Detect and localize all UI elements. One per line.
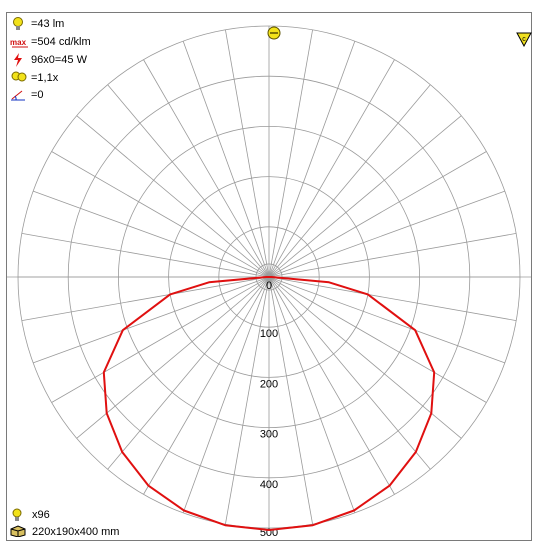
- info-factor: =1,1x: [10, 71, 58, 85]
- radial-tick-label: 0: [266, 280, 272, 292]
- footer-dimensions: 220x190x400 mm: [10, 525, 119, 539]
- curve-point: [265, 276, 268, 278]
- curve-point: [103, 371, 105, 374]
- lamp-icon: [266, 25, 282, 46]
- curve-point: [430, 412, 433, 415]
- polar-chart: 0100200300400500: [7, 25, 531, 539]
- curve-point: [433, 371, 436, 374]
- bulb-icon: [10, 17, 28, 31]
- max-icon: max: [10, 35, 28, 49]
- curve-point: [122, 329, 124, 332]
- curve-point: [328, 281, 330, 284]
- bulbs-icon: [10, 71, 28, 85]
- grid-spoke: [268, 276, 431, 470]
- curve-point: [414, 329, 417, 332]
- radial-tick-label: 300: [260, 429, 278, 441]
- count-text: x96: [32, 509, 50, 521]
- grid-spoke: [76, 115, 270, 278]
- curve-point: [268, 529, 270, 531]
- grid-spoke: [268, 276, 462, 439]
- chart-frame: 0 100 200 300 400 500 c: [6, 12, 532, 541]
- tilt-icon: [10, 88, 28, 102]
- warning-triangle-icon[interactable]: c: [516, 31, 532, 52]
- info-power: 96x0=45 W: [10, 53, 87, 67]
- power-text: 96x0=45 W: [31, 54, 87, 66]
- curve-point: [208, 281, 210, 284]
- box-icon: [10, 525, 28, 539]
- curve-point: [270, 276, 273, 278]
- curve-point: [367, 293, 369, 296]
- curve-point: [415, 451, 417, 453]
- info-flux: =43 lm: [10, 17, 64, 31]
- bulb-icon: [10, 508, 28, 522]
- grid-spoke: [107, 84, 270, 278]
- curve-point: [183, 509, 185, 512]
- svg-text:max: max: [10, 38, 27, 47]
- curve-point: [312, 524, 314, 526]
- curve-point: [224, 524, 226, 526]
- info-tilt: =0: [10, 88, 44, 102]
- tilt-text: =0: [31, 89, 44, 101]
- flux-text: =43 lm: [31, 18, 65, 30]
- info-max-intensity: max =504 cd/klm: [10, 35, 91, 49]
- curve-point: [353, 509, 355, 512]
- grid-spoke: [76, 276, 270, 439]
- factor-text: =1,1x: [31, 72, 59, 84]
- radial-tick-label: 400: [260, 479, 278, 491]
- curve-point: [147, 484, 150, 487]
- grid-spoke: [268, 84, 431, 278]
- grid-spoke: [107, 276, 270, 470]
- footer-count: x96: [10, 508, 50, 522]
- max-intensity-text: =504 cd/klm: [31, 36, 91, 48]
- lightning-icon: [10, 53, 28, 67]
- curve-point: [121, 451, 123, 453]
- curve-point: [105, 412, 108, 415]
- radial-tick-label: 200: [260, 378, 278, 390]
- curve-point: [169, 293, 171, 296]
- dimensions-text: 220x190x400 mm: [32, 526, 120, 538]
- curve-point: [388, 484, 391, 487]
- svg-text:c: c: [522, 36, 526, 43]
- radial-tick-label: 100: [260, 328, 278, 340]
- grid-spoke: [268, 115, 462, 278]
